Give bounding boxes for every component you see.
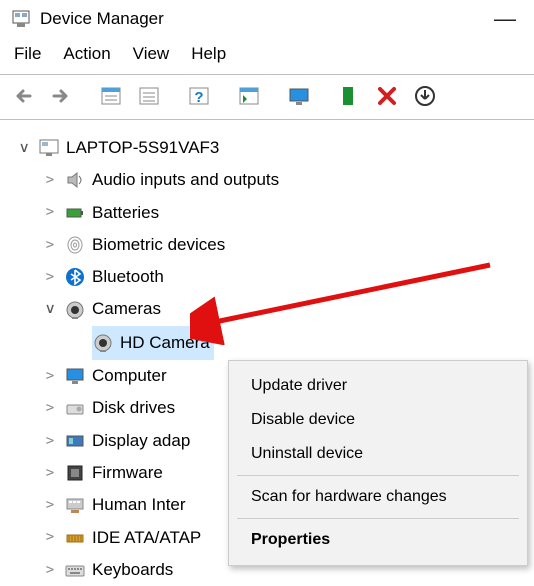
toolbar-details-icon[interactable] (94, 81, 128, 111)
app-icon (10, 8, 32, 30)
menu-action[interactable]: Action (63, 44, 110, 64)
toolbar-help-icon[interactable]: ? (182, 81, 216, 111)
separator (237, 518, 519, 519)
node-label: Display adap (92, 425, 190, 457)
node-label: Keyboards (92, 554, 173, 586)
node-label: Human Inter (92, 489, 186, 521)
display-adapter-icon (64, 430, 86, 452)
node-label: Firmware (92, 457, 163, 489)
root-label: LAPTOP-5S91VAF3 (66, 132, 219, 164)
hid-icon (64, 494, 86, 516)
node-label: Batteries (92, 197, 159, 229)
node-label: Cameras (92, 293, 161, 325)
node-label: IDE ATA/ATAP (92, 522, 201, 554)
ide-icon (64, 527, 86, 549)
expand-toggle[interactable] (42, 530, 58, 546)
expand-toggle[interactable] (42, 368, 58, 384)
window-title: Device Manager (40, 9, 164, 29)
forward-button[interactable] (44, 81, 78, 111)
ctx-scan-hardware[interactable]: Scan for hardware changes (229, 480, 527, 514)
speaker-icon (64, 169, 86, 191)
node-label: HD Camera (120, 327, 210, 359)
back-button[interactable] (6, 81, 40, 111)
disk-icon (64, 398, 86, 420)
camera-icon (64, 299, 86, 321)
bluetooth-icon (64, 266, 86, 288)
titlebar: Device Manager — (0, 0, 534, 40)
toolbar-monitor-icon[interactable] (282, 81, 316, 111)
menu-view[interactable]: View (133, 44, 170, 64)
node-audio[interactable]: Audio inputs and outputs (12, 164, 534, 196)
camera-icon (92, 332, 114, 354)
svg-text:?: ? (194, 89, 203, 106)
battery-icon (64, 202, 86, 224)
node-cameras[interactable]: Cameras (12, 293, 534, 325)
node-label: Bluetooth (92, 261, 164, 293)
node-bluetooth[interactable]: Bluetooth (12, 261, 534, 293)
firmware-icon (64, 462, 86, 484)
expand-toggle[interactable] (42, 172, 58, 188)
toolbar-enable-icon[interactable] (332, 81, 366, 111)
node-label: Computer (92, 360, 167, 392)
ctx-properties[interactable]: Properties (229, 523, 527, 557)
menubar: File Action View Help (0, 40, 534, 72)
node-batteries[interactable]: Batteries (12, 197, 534, 229)
computer-icon (38, 137, 60, 159)
node-biometric[interactable]: Biometric devices (12, 229, 534, 261)
expand-toggle[interactable] (42, 269, 58, 285)
root-node[interactable]: LAPTOP-5S91VAF3 (12, 132, 534, 164)
ctx-uninstall-device[interactable]: Uninstall device (229, 437, 527, 471)
menu-file[interactable]: File (14, 44, 41, 64)
node-label: Biometric devices (92, 229, 225, 261)
toolbar-scan-icon[interactable] (232, 81, 266, 111)
toolbar-update-icon[interactable] (408, 81, 442, 111)
ctx-disable-device[interactable]: Disable device (229, 403, 527, 437)
minimize-button[interactable]: — (486, 6, 524, 32)
keyboard-icon (64, 559, 86, 581)
expand-toggle[interactable] (16, 140, 32, 156)
separator (237, 475, 519, 476)
node-label: Audio inputs and outputs (92, 164, 279, 196)
ctx-update-driver[interactable]: Update driver (229, 369, 527, 403)
toolbar-list-icon[interactable] (132, 81, 166, 111)
node-label: Disk drives (92, 392, 175, 424)
expand-toggle[interactable] (42, 302, 58, 318)
toolbar: ? (0, 79, 534, 117)
expand-toggle[interactable] (42, 562, 58, 578)
node-hd-camera[interactable]: HD Camera (12, 326, 534, 360)
expand-toggle[interactable] (42, 205, 58, 221)
expand-toggle[interactable] (42, 401, 58, 417)
monitor-icon (64, 365, 86, 387)
expand-toggle[interactable] (42, 433, 58, 449)
menu-help[interactable]: Help (191, 44, 226, 64)
toolbar-delete-icon[interactable] (370, 81, 404, 111)
expand-toggle[interactable] (42, 465, 58, 481)
expand-toggle[interactable] (42, 237, 58, 253)
expand-toggle[interactable] (42, 497, 58, 513)
fingerprint-icon (64, 234, 86, 256)
context-menu: Update driver Disable device Uninstall d… (228, 360, 528, 566)
